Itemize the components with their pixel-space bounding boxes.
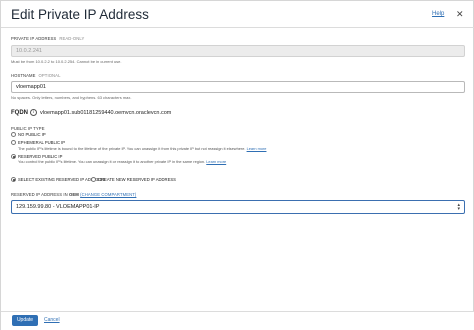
public-ip-type-label: PUBLIC IP TYPE	[11, 126, 45, 131]
help-link[interactable]: Help	[432, 11, 444, 17]
reserved-ip-label-text: RESERVED IP ADDRESS IN	[11, 192, 68, 197]
reserved-description-text: You control the public IP's lifetime. Yo…	[18, 159, 206, 164]
compartment-name: OEM	[69, 192, 79, 197]
ephemeral-learn-more-link[interactable]: Learn more	[247, 146, 267, 151]
ephemeral-description: The public IP's lifetime is bound to the…	[18, 146, 266, 151]
fqdn-label: FQDN	[11, 110, 28, 116]
no-public-ip-radio[interactable]	[11, 132, 16, 137]
edit-private-ip-dialog: Edit Private IP Address Help ✕ PRIVATE I…	[0, 0, 474, 330]
reserved-ip-selected-value: 129.159.99.80 - VLOEMAPP01-IP	[16, 204, 100, 210]
update-button[interactable]: Update	[12, 315, 38, 326]
hostname-label-text: HOSTNAME	[11, 73, 36, 78]
close-icon[interactable]: ✕	[456, 9, 464, 20]
private-ip-label: PRIVATE IP ADDRESS READ-ONLY	[11, 36, 84, 41]
no-public-ip-label[interactable]: NO PUBLIC IP	[18, 132, 46, 137]
reserved-public-ip-radio[interactable]	[11, 154, 16, 159]
private-ip-field: 10.0.2.241	[11, 45, 465, 57]
reserved-ip-label: RESERVED IP ADDRESS IN OEM (CHANGE COMPA…	[11, 192, 136, 197]
cancel-link[interactable]: Cancel	[44, 317, 60, 323]
reserved-ip-select[interactable]: 129.159.99.80 - VLOEMAPP01-IP ▴ ▾	[11, 200, 465, 214]
optional-tag: OPTIONAL	[38, 73, 61, 78]
ephemeral-description-text: The public IP's lifetime is bound to the…	[18, 146, 246, 151]
ephemeral-public-ip-radio[interactable]	[11, 140, 16, 145]
private-ip-help: Must be from 10.0.2.2 to 10.0.2.254. Can…	[11, 59, 122, 64]
info-icon[interactable]: i	[30, 109, 37, 116]
hostname-label: HOSTNAME OPTIONAL	[11, 73, 61, 78]
reserved-learn-more-link[interactable]: Learn more	[206, 159, 226, 164]
fqdn-value: vloemapp01.sub01181259440.oemvcn.oraclev…	[40, 110, 172, 116]
create-new-reserved-ip-radio[interactable]	[91, 177, 96, 182]
select-existing-reserved-ip-radio[interactable]	[11, 177, 16, 182]
ephemeral-public-ip-label[interactable]: EPHEMERAL PUBLIC IP	[18, 140, 65, 145]
dialog-title: Edit Private IP Address	[11, 7, 149, 22]
chevron-updown-icon: ▴ ▾	[457, 202, 460, 212]
private-ip-label-text: PRIVATE IP ADDRESS	[11, 36, 57, 41]
hostname-input[interactable]: vloemapp01	[11, 81, 465, 93]
hostname-help: No spaces. Only letters, numbers, and hy…	[11, 95, 132, 100]
reserved-description: You control the public IP's lifetime. Yo…	[18, 159, 226, 164]
dialog-footer	[1, 311, 474, 330]
change-compartment-link[interactable]: (CHANGE COMPARTMENT)	[80, 192, 136, 197]
header-divider	[1, 27, 474, 28]
read-only-tag: READ-ONLY	[59, 36, 85, 41]
create-new-reserved-ip-label[interactable]: CREATE NEW RESERVED IP ADDRESS	[98, 177, 176, 182]
